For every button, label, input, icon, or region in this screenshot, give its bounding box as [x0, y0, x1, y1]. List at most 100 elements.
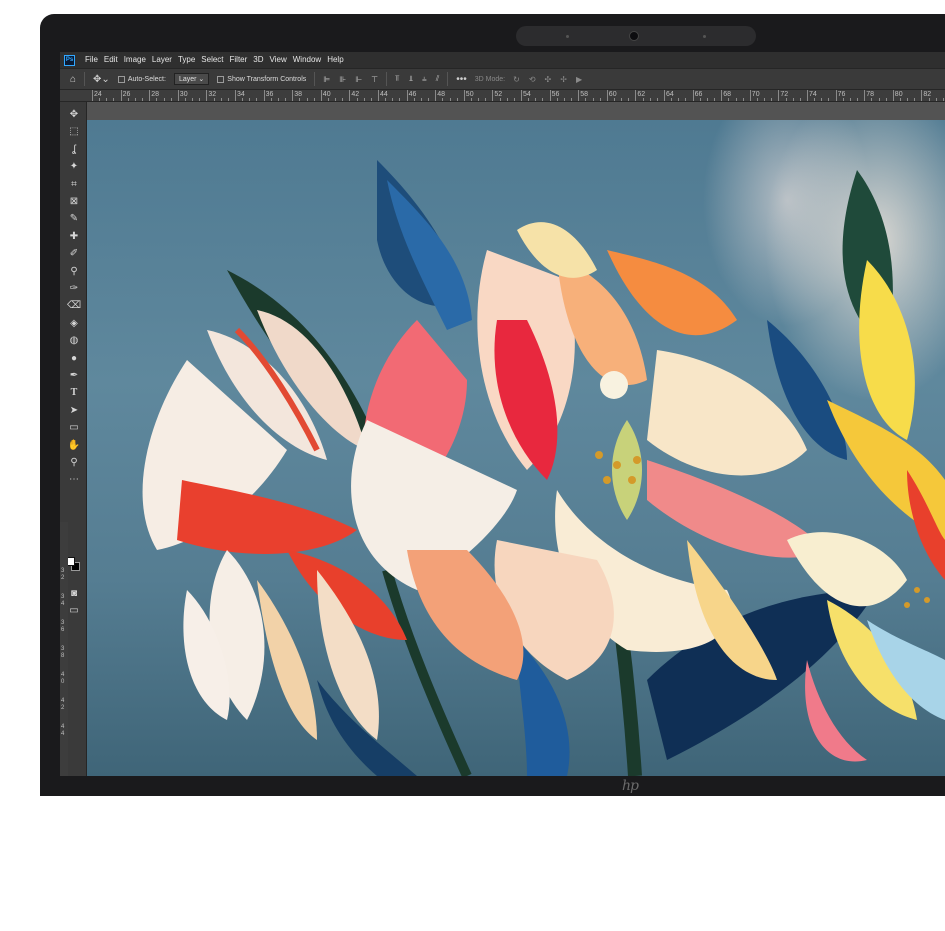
stamp-tool-icon[interactable]: ⚲	[67, 265, 81, 279]
menu-file[interactable]: File	[85, 52, 98, 68]
webcam-light-icon	[703, 35, 706, 38]
ruler-tick	[878, 98, 880, 101]
webcam-sensor-icon	[566, 35, 569, 38]
ruler-tick	[914, 98, 916, 101]
ruler-tick	[113, 98, 115, 101]
lasso-tool-icon[interactable]: ʆ	[67, 143, 81, 157]
ruler-tick	[871, 98, 873, 101]
path-selection-tool-icon[interactable]: ➤	[67, 404, 81, 418]
ruler-label: 80	[894, 91, 903, 98]
ruler-tick	[435, 90, 437, 101]
ruler-tick	[621, 98, 623, 101]
ruler-tick	[942, 98, 944, 101]
align-center-h-icon[interactable]: ⊪	[339, 75, 346, 84]
menu-select[interactable]: Select	[201, 52, 223, 68]
move-tool-icon[interactable]: ✥	[67, 108, 81, 122]
history-brush-tool-icon[interactable]: ✑	[67, 282, 81, 296]
gradient-tool-icon[interactable]: ◈	[67, 317, 81, 331]
ruler-tick	[349, 90, 351, 101]
menu-filter[interactable]: Filter	[230, 52, 248, 68]
brush-tool-icon[interactable]: ✐	[67, 247, 81, 261]
ruler-tick	[785, 98, 787, 101]
more-tools-icon[interactable]: ⋯	[67, 473, 81, 487]
ruler-tick	[242, 98, 244, 101]
ruler-tick	[399, 98, 401, 101]
menu-type[interactable]: Type	[178, 52, 195, 68]
ruler-label: 54	[523, 91, 531, 98]
crop-tool-icon[interactable]: ⌗	[67, 178, 81, 192]
checkbox-icon[interactable]	[217, 75, 225, 83]
3d-scale-icon[interactable]: ▶	[576, 75, 582, 84]
rectangle-tool-icon[interactable]: ▭	[67, 421, 81, 435]
align-left-icon[interactable]: ⊫	[323, 75, 330, 84]
move-tool-preset-icon[interactable]: ✥⌄	[93, 74, 110, 85]
quick-mask-icon[interactable]: ◙	[67, 587, 81, 601]
menu-window[interactable]: Window	[293, 52, 321, 68]
auto-select-dropdown[interactable]: Layer ⌄	[173, 73, 210, 85]
dodge-tool-icon[interactable]: ●	[67, 352, 81, 366]
marquee-tool-icon[interactable]: ⬚	[67, 125, 81, 139]
frame-tool-icon[interactable]: ⊠	[67, 195, 81, 209]
ruler-tick	[721, 90, 723, 101]
menu-help[interactable]: Help	[327, 52, 343, 68]
distribute-center-icon[interactable]: ⫫	[409, 74, 414, 84]
ruler-label: 66	[694, 91, 703, 98]
menu-image[interactable]: Image	[124, 52, 146, 68]
menu-layer[interactable]: Layer	[152, 52, 172, 68]
distribute-bottom-icon[interactable]: ⫨	[422, 74, 427, 84]
more-options-icon[interactable]: •••	[456, 74, 467, 85]
petal	[177, 480, 357, 554]
show-transform-checkbox[interactable]: Show Transform Controls	[217, 75, 306, 83]
ruler-tick	[556, 98, 558, 101]
ruler-tick	[320, 90, 322, 101]
3d-slide-icon[interactable]: ✢	[560, 75, 567, 84]
zoom-tool-icon[interactable]: ⚲	[67, 456, 81, 470]
ruler-label: 4	[61, 672, 65, 678]
eraser-tool-icon[interactable]: ⌫	[67, 299, 81, 313]
3d-orbit-icon[interactable]: ↻	[513, 75, 520, 84]
align-right-icon[interactable]: ⊩	[355, 75, 362, 84]
distribute-spacing-icon[interactable]: ⫽	[436, 74, 440, 84]
checkbox-icon[interactable]	[117, 75, 125, 83]
ruler-label: 42	[351, 91, 360, 98]
ruler-tick	[292, 90, 294, 101]
magic-wand-tool-icon[interactable]: ✦	[67, 160, 81, 174]
petal	[859, 260, 915, 440]
stamen	[914, 587, 920, 593]
3d-roll-icon[interactable]: ⟲	[529, 75, 536, 84]
ruler-tick	[671, 98, 673, 101]
3d-pan-icon[interactable]: ✣	[545, 75, 552, 84]
menu-view[interactable]: View	[270, 52, 287, 68]
ruler-label: 26	[122, 91, 131, 98]
distribute-top-icon[interactable]: ⫪	[395, 74, 400, 84]
ruler-tick	[470, 98, 472, 101]
ruler-tick	[542, 98, 544, 101]
healing-tool-icon[interactable]: ✚	[67, 230, 81, 244]
hand-tool-icon[interactable]: ✋	[67, 439, 81, 453]
stamen	[633, 456, 641, 464]
ruler-tick	[213, 98, 215, 101]
type-tool-icon[interactable]: T	[67, 386, 81, 400]
ruler-tick	[849, 98, 851, 101]
eyedropper-tool-icon[interactable]: ✎	[67, 212, 81, 226]
home-icon[interactable]: ⌂	[70, 74, 76, 85]
ruler-tick	[327, 98, 329, 101]
menu-3d[interactable]: 3D	[253, 52, 263, 68]
screen-mode-icon[interactable]: ▭	[67, 604, 81, 618]
pen-tool-icon[interactable]: ✒	[67, 369, 81, 383]
menu-edit[interactable]: Edit	[104, 52, 118, 68]
auto-select-label: Auto-Select:	[127, 75, 166, 83]
auto-select-checkbox[interactable]: Auto-Select:	[117, 75, 166, 83]
ruler-tick	[149, 90, 151, 101]
vertical-ruler[interactable]: 32343638404244	[60, 522, 68, 776]
align-top-edge-icon[interactable]: ⊤	[371, 75, 378, 84]
ruler-tick	[156, 98, 158, 101]
ruler-tick	[585, 98, 587, 101]
ruler-tick	[728, 98, 730, 101]
ruler-tick	[206, 90, 208, 101]
horizontal-ruler[interactable]: 24 26 28 30 32 34 36 38 40 42 44 46 48 50 52 54 56 58 60 62…	[60, 90, 945, 102]
ruler-tick	[499, 98, 501, 101]
blur-tool-icon[interactable]: ◍	[67, 334, 81, 348]
canvas[interactable]	[87, 120, 945, 776]
ruler-tick	[535, 98, 537, 101]
